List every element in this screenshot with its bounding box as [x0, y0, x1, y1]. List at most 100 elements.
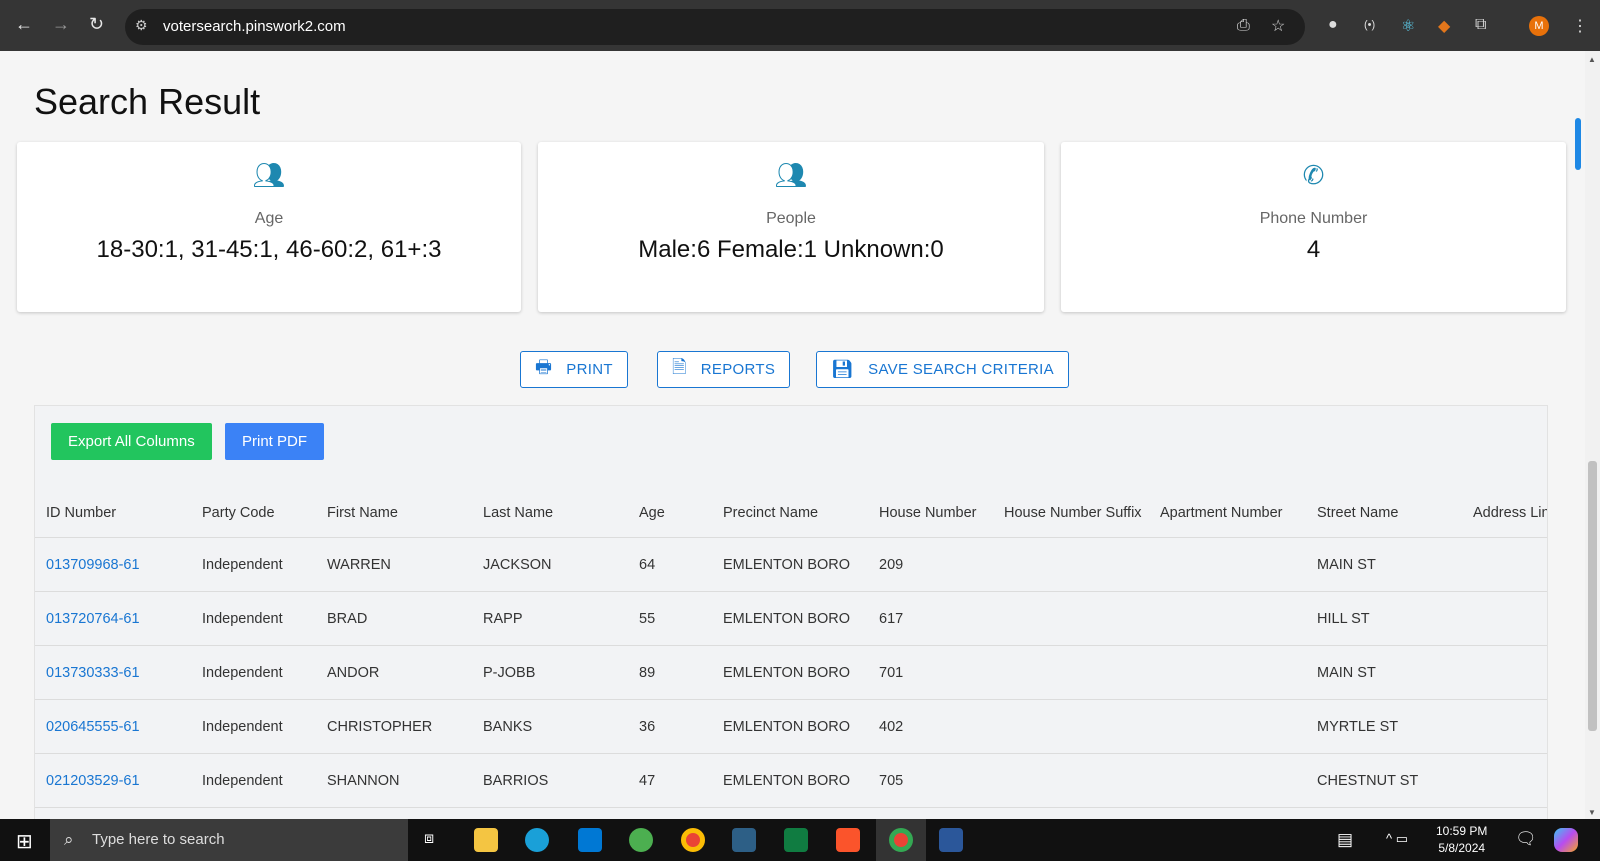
table-cell: WARREN [327, 557, 391, 573]
app-icon[interactable] [629, 828, 653, 852]
taskbar-search[interactable]: ⌕ Type here to search [50, 819, 408, 861]
table-cell: MYRTLE ST [1317, 719, 1399, 735]
table-cell: 617 [879, 611, 904, 627]
clock[interactable]: 10:59 PM 5/8/2024 [1436, 823, 1487, 857]
table-cell: 209 [879, 557, 904, 573]
word-icon[interactable] [939, 828, 963, 852]
extension-icon[interactable]: (•) [1364, 19, 1375, 31]
cell-id: 013730333-61 [46, 665, 140, 681]
voter-id-link[interactable]: 020645555-61 [46, 719, 140, 735]
extensions-icon[interactable]: ⧉ [1475, 16, 1486, 34]
column-header[interactable]: House Number Suffix [1004, 505, 1142, 521]
table-cell: 705 [879, 773, 904, 789]
users-icon: 👥︎ [252, 160, 286, 190]
column-header[interactable]: ID Number [46, 505, 116, 521]
card-label: Age [254, 210, 284, 227]
table-cell: CHRISTOPHER [327, 719, 433, 735]
reports-button[interactable]: 🗎 REPORTS [657, 351, 791, 388]
star-icon[interactable]: ☆ [1271, 16, 1285, 36]
file-explorer-icon[interactable] [474, 828, 498, 852]
table-cell: 55 [639, 611, 656, 627]
metamask-icon[interactable]: ◆ [1438, 16, 1450, 36]
phone-card: ✆ Phone Number 4 [1061, 142, 1566, 312]
column-header[interactable]: First Name [327, 505, 398, 521]
export-all-columns-button[interactable]: Export All Columns [51, 423, 212, 460]
table-cell: EMLENTON BORO [723, 557, 851, 573]
table-cell: HILL ST [1317, 611, 1370, 627]
time: 10:59 PM [1436, 824, 1488, 838]
react-devtools-icon[interactable]: ⚛ [1401, 16, 1415, 36]
column-header[interactable]: Address Lin [1473, 505, 1547, 521]
table-cell: 36 [639, 719, 656, 735]
scroll-indicator [1575, 118, 1581, 170]
table-cell: Independent [202, 773, 283, 789]
card-value: 4 [1306, 236, 1321, 263]
table-cell: CHESTNUT ST [1317, 773, 1419, 789]
table-row: 013720764-61 Independent BRAD RAPP 55 EMLENTO… [35, 592, 1547, 646]
edge-icon[interactable] [525, 828, 549, 852]
extension-icon[interactable]: ● [1328, 16, 1338, 34]
voter-id-link[interactable]: 021203529-61 [46, 773, 140, 789]
show-hidden-icons[interactable]: ^ ▭ [1386, 831, 1408, 847]
news-icon[interactable]: ▤ [1337, 830, 1353, 850]
voter-id-link[interactable]: 013709968-61 [46, 557, 140, 573]
column-header[interactable]: Last Name [483, 505, 553, 521]
cell-id: 021203529-61 [46, 773, 140, 789]
table-cell: EMLENTON BORO [723, 773, 851, 789]
save-search-criteria-button[interactable]: 💾︎ SAVE SEARCH CRITERIA [816, 351, 1069, 388]
brave-icon[interactable] [836, 828, 860, 852]
site-info-icon[interactable]: ⚙ [135, 17, 148, 34]
column-header[interactable]: Apartment Number [1160, 505, 1283, 521]
avatar[interactable]: M [1529, 16, 1549, 36]
cell-id: 020645555-61 [46, 719, 140, 735]
table-cell: P-JOBB [483, 665, 536, 681]
task-view-icon[interactable]: ⧈ [424, 830, 434, 848]
cell-id: 013720764-61 [46, 611, 140, 627]
table-cell: EMLENTON BORO [723, 665, 851, 681]
table-cell: Independent [202, 719, 283, 735]
copilot-icon[interactable] [1554, 828, 1578, 852]
column-header[interactable]: House Number [879, 505, 977, 521]
card-label: People [766, 210, 816, 227]
age-card: 👥︎ Age 18-30:1, 31-45:1, 46-60:2, 61+:3 [17, 142, 521, 312]
menu-icon[interactable]: ⋮ [1572, 16, 1588, 36]
install-icon[interactable]: ⎙ [1237, 17, 1250, 35]
table-cell: JACKSON [483, 557, 552, 573]
results-panel: Export All Columns Print PDF ID Number Pa… [34, 405, 1548, 819]
table-row: 013730333-61 Independent ANDOR P-JOBB 89 EMLE… [35, 646, 1547, 700]
table-cell: Independent [202, 557, 283, 573]
page-title: Search Result [34, 81, 261, 122]
table-cell: MAIN ST [1317, 557, 1376, 573]
users-icon: 👥︎ [774, 160, 808, 190]
back-icon[interactable]: ← [15, 14, 33, 35]
excel-icon[interactable] [784, 828, 808, 852]
card-value: Male:6 Female:1 Unknown:0 [638, 236, 944, 263]
address-bar[interactable]: ⚙ votersearch.pinswork2.com ⎙ ☆ [125, 9, 1305, 45]
table-cell: BRAD [327, 611, 368, 627]
chrome-icon[interactable] [681, 828, 705, 852]
mysql-workbench-icon[interactable] [732, 828, 756, 852]
print-button[interactable]: 🖶 PRINT [520, 351, 628, 388]
table-cell: RAPP [483, 611, 523, 627]
column-header[interactable]: Age [639, 505, 665, 521]
reload-icon[interactable]: ↻ [89, 14, 104, 35]
voter-id-link[interactable]: 013720764-61 [46, 611, 140, 627]
reports-label: REPORTS [700, 361, 776, 378]
table-cell: 701 [879, 665, 904, 681]
voter-id-link[interactable]: 013730333-61 [46, 665, 140, 681]
notifications-icon[interactable]: 🗨︎ [1515, 829, 1537, 849]
table-cell: Independent [202, 611, 283, 627]
search-placeholder: Type here to search [92, 831, 225, 848]
windows-start-icon[interactable]: ⊞ [16, 829, 33, 854]
column-header[interactable]: Precinct Name [723, 505, 818, 521]
chrome-active-tab[interactable] [876, 819, 926, 861]
forward-icon[interactable]: → [52, 14, 70, 35]
table-cell: EMLENTON BORO [723, 719, 851, 735]
column-header[interactable]: Party Code [202, 505, 275, 521]
vscode-icon[interactable] [578, 828, 602, 852]
print-pdf-button[interactable]: Print PDF [225, 423, 325, 460]
column-header[interactable]: Street Name [1317, 505, 1398, 521]
page-content: Search Result 👥︎ Age 18-30:1, 31-45:1, 4… [0, 51, 1585, 819]
url-text: votersearch.pinswork2.com [163, 18, 346, 35]
vertical-scrollbar[interactable]: ▲ ▼ [1585, 51, 1600, 819]
